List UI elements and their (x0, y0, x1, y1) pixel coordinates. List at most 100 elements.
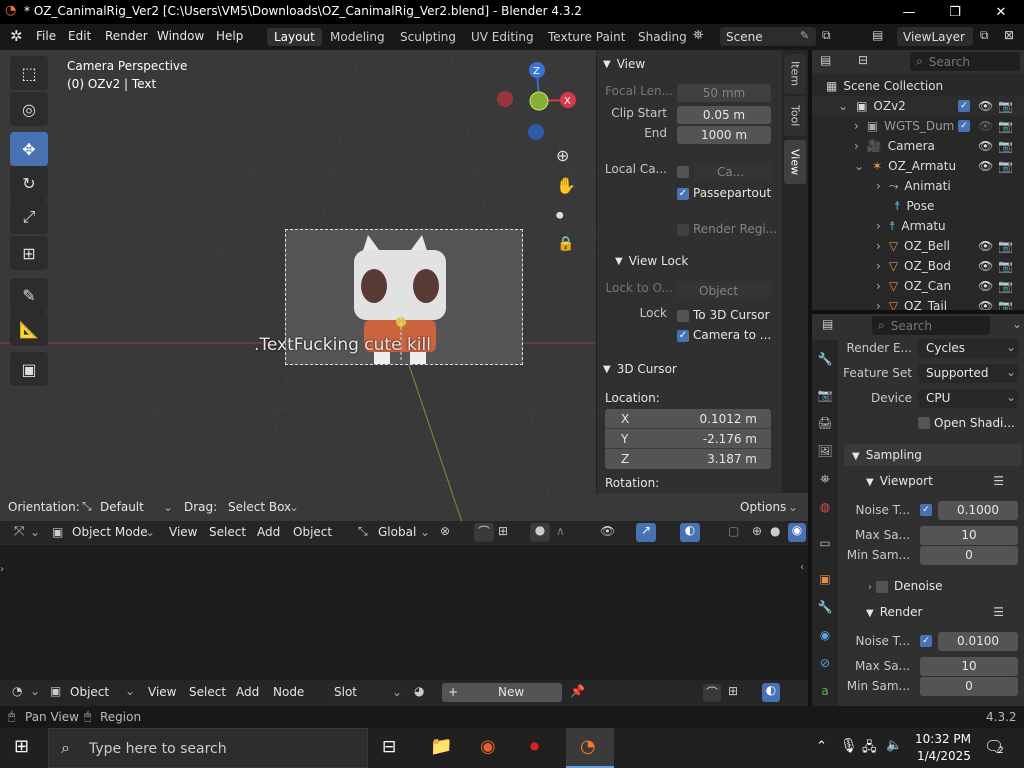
editor-type-icon[interactable]: ◔ (12, 684, 22, 698)
physics-props-icon[interactable]: ◉ (816, 626, 834, 644)
pan-hand-icon[interactable]: ✋ (556, 176, 576, 195)
annotate-tool-button[interactable]: ✎ (10, 278, 48, 312)
tray-chevron-icon[interactable]: ⌃ (816, 739, 827, 754)
maximize-button[interactable]: ❐ (932, 0, 978, 24)
firefox-icon[interactable]: ◉ (480, 736, 496, 757)
menu-help[interactable]: Help (216, 29, 243, 43)
material-shading-icon[interactable]: ◉ (788, 523, 806, 542)
tab-sculpting[interactable]: Sculpting (393, 28, 463, 46)
modifier-props-icon[interactable]: 🔧 (816, 598, 834, 616)
taskbar-search-input[interactable]: ⌕ Type here to search (48, 728, 368, 768)
proportional-edit-icon[interactable]: ● (530, 523, 550, 542)
clock-time[interactable]: 10:32 PM (915, 732, 971, 746)
denoise-subsection-header[interactable]: › Denoise (868, 576, 1018, 596)
menu-file[interactable]: File (36, 29, 56, 43)
menu-select[interactable]: Select (209, 525, 246, 539)
snap-target-icon[interactable]: ⊞ (498, 524, 508, 538)
add-cube-tool-button[interactable]: ▣ (10, 352, 48, 386)
xray-icon[interactable]: ▢ (728, 524, 739, 538)
transform-orientation-dropdown[interactable]: Global (378, 525, 416, 539)
camera-icon[interactable]: 📷 (998, 299, 1013, 310)
outliner-row-bell[interactable]: › ▽ OZ_Bell 👁 📷 (812, 236, 1024, 256)
properties-search-input[interactable]: ⌕ Search (872, 316, 990, 335)
outliner-row-ozv2[interactable]: ⌄ ▣ OZv2 ✓ 👁 📷 (812, 96, 1024, 116)
view-layer-props-icon[interactable]: 🖼 (816, 442, 834, 460)
snap-target-icon[interactable]: ⊞ (728, 684, 738, 698)
tab-shading[interactable]: Shading (631, 28, 694, 46)
snap-icon[interactable]: ⌒ (474, 523, 494, 542)
area-divider[interactable] (812, 310, 1024, 314)
tab-tool[interactable]: Tool (784, 96, 806, 136)
editor-type-icon[interactable]: ⤧ (14, 524, 24, 539)
editor-type-icon[interactable]: ▤ (820, 53, 831, 67)
eye-icon[interactable]: 👁 (978, 239, 993, 253)
expand-left-icon[interactable]: › (0, 564, 4, 575)
filter-icon[interactable]: ⊟ (858, 53, 868, 67)
scale-tool-button[interactable]: ⤢ (10, 200, 48, 234)
windows-start-icon[interactable]: ⊞ (14, 736, 29, 757)
measure-tool-button[interactable]: 📐 (10, 312, 48, 346)
remove-viewlayer-icon[interactable]: ⊠ (1004, 28, 1014, 42)
tab-view[interactable]: View (784, 140, 806, 184)
scene-props-icon[interactable]: ⛯ (816, 470, 834, 488)
new-material-button[interactable]: + New (442, 683, 562, 702)
drag-dropdown[interactable]: Select Box (228, 500, 291, 514)
menu-add[interactable]: Add (236, 685, 259, 699)
camera-icon[interactable]: 📷 (998, 279, 1013, 293)
overlay-toggle-icon[interactable]: ◐ (680, 523, 700, 542)
feature-set-dropdown[interactable]: Supported (918, 363, 1018, 383)
sampling-section-header[interactable]: ▼ Sampling (844, 444, 1022, 466)
scene-icon[interactable]: ⛯ (693, 28, 703, 43)
pin-icon[interactable]: ✎ (800, 29, 809, 42)
outliner-row-armature-data[interactable]: › ☨ Armatu (812, 216, 1024, 236)
outliner-row-pose[interactable]: ☨ Pose (812, 196, 1024, 216)
menu-node[interactable]: Node (273, 685, 304, 699)
constraint-props-icon[interactable]: ⊘ (816, 654, 834, 672)
outliner-row-animation[interactable]: › ⤳ Animati (812, 176, 1024, 196)
expand-right-icon[interactable]: ‹ (800, 562, 804, 573)
camera-to-view-row[interactable]: ✓ Camera to ... (597, 326, 783, 346)
cursor-z-field[interactable]: Z 3.187 m (605, 449, 771, 469)
view-section-header[interactable]: ▼ View (597, 52, 783, 76)
menu-object[interactable]: Object (293, 525, 332, 539)
scene-collection-row[interactable]: ▦ Scene Collection (812, 76, 1024, 96)
tab-texture-paint[interactable]: Texture Paint (541, 28, 632, 46)
editor-type-icon[interactable]: ▤ (822, 317, 833, 331)
data-props-icon[interactable]: a (816, 682, 834, 700)
outliner-row-can[interactable]: › ▽ OZ_Can 👁 📷 (812, 276, 1024, 296)
list-icon[interactable]: ☰ (993, 470, 1004, 492)
outliner-row-tail[interactable]: › ▽ OZ_Tail 👁 📷 (812, 296, 1024, 310)
render-region-checkbox[interactable] (677, 224, 689, 236)
move-tool-button[interactable]: ✥ (10, 132, 48, 166)
options-dropdown[interactable]: Options (740, 500, 786, 514)
outliner-search-input[interactable]: ⌕ Search (910, 52, 1020, 71)
camera-icon[interactable]: 📷 (998, 259, 1013, 273)
tab-layout[interactable]: Layout (267, 28, 322, 46)
menu-select[interactable]: Select (189, 685, 226, 699)
menu-window[interactable]: Window (157, 29, 204, 43)
navigation-gizmo[interactable]: Z X (495, 58, 585, 148)
eye-icon[interactable]: 👁 (978, 159, 993, 173)
passepartout-checkbox[interactable]: ✓ (677, 188, 689, 200)
exclude-checkbox[interactable]: ✓ (958, 100, 970, 112)
device-dropdown[interactable]: CPU (918, 388, 1018, 408)
recorder-icon[interactable]: ⏺ (530, 736, 539, 757)
menu-edit[interactable]: Edit (68, 29, 91, 43)
eye-icon[interactable]: 👁 (978, 139, 993, 153)
new-viewlayer-icon[interactable]: ⧉ (980, 28, 989, 43)
outliner-row-body[interactable]: › ▽ OZ_Bod 👁 📷 (812, 256, 1024, 276)
slot-dropdown[interactable]: Slot ⌄ (326, 683, 406, 702)
material-browse-icon[interactable]: ◕ (414, 684, 424, 698)
tab-modeling[interactable]: Modeling (323, 28, 392, 46)
camera-to-view-checkbox[interactable]: ✓ (677, 330, 689, 342)
eye-icon[interactable]: 👁 (978, 99, 993, 113)
exclude-checkbox[interactable]: ✓ (958, 120, 970, 132)
volume-icon[interactable]: 🔈 (886, 738, 902, 753)
solid-shading-icon[interactable]: ● (770, 524, 780, 538)
clock-date[interactable]: 1/4/2025 (917, 749, 971, 763)
output-props-icon[interactable]: 🖨 (816, 414, 834, 432)
viewport-subsection-header[interactable]: ▼ Viewport ☰ (856, 470, 1022, 492)
task-view-icon[interactable]: ⊟ (382, 737, 396, 757)
collection-props-icon[interactable]: ▭ (816, 534, 834, 552)
select-tool-button[interactable]: ⬚ (10, 56, 48, 90)
